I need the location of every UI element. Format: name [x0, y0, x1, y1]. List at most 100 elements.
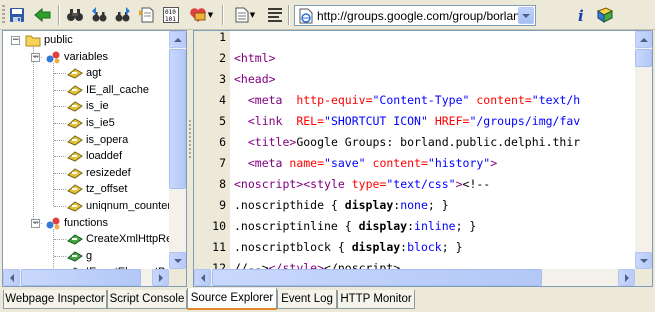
source-code-text[interactable]: .noscriptblock { display:block; } [234, 237, 463, 258]
scroll-down-button[interactable] [635, 252, 652, 269]
source-line: 4 <meta http-equiv="Content-Type" conten… [194, 90, 634, 111]
collapse-toggle-icon[interactable]: − [11, 36, 20, 45]
url-combobox[interactable]: http://groups.google.com/group/borland [294, 5, 536, 26]
help-book-icon[interactable] [594, 4, 616, 26]
back-icon[interactable] [32, 4, 54, 26]
code-token: display [344, 198, 394, 212]
tree-node-label: is_ie [86, 100, 109, 113]
splitter-grip [189, 120, 191, 160]
tree-node-variable[interactable]: loaddef [67, 148, 122, 164]
tab-source-explorer[interactable]: Source Explorer [187, 288, 277, 310]
find-icon[interactable] [64, 4, 86, 26]
scroll-right-button[interactable] [618, 269, 635, 286]
info-icon[interactable]: i [570, 4, 592, 26]
url-dropdown-button[interactable] [518, 7, 534, 24]
tree-node-variable[interactable]: agt [67, 65, 101, 81]
source-code-text[interactable]: .noscriptinline { display:inline; } [234, 216, 476, 237]
scrollbar-thumb[interactable] [635, 49, 652, 67]
code-token: > [490, 156, 498, 170]
tree-node-label: is_ie5 [86, 117, 115, 129]
svg-text:010: 010 [165, 9, 176, 16]
url-text[interactable]: http://groups.google.com/group/borland [317, 9, 518, 23]
tree-vertical-scrollbar[interactable] [169, 31, 186, 269]
tree-node-variable[interactable]: resizedef [67, 165, 131, 181]
source-code-text[interactable]: <link REL="SHORTCUT ICON" HREF="/groups/… [234, 111, 580, 132]
code-token: display [351, 240, 401, 254]
tab-event-log[interactable]: Event Log [277, 290, 337, 309]
find-previous-icon[interactable] [88, 4, 110, 26]
code-token: : [407, 219, 415, 233]
chevron-up-icon [173, 37, 182, 42]
tab-http-monitor[interactable]: HTTP Monitor [337, 290, 415, 309]
tree-node-label: IE_all_cache [86, 83, 149, 96]
tree-node-group-1[interactable]: functions [45, 215, 108, 231]
code-token: <!-- [462, 177, 491, 191]
line-number: 1 [219, 30, 226, 44]
source-code-text[interactable]: <meta http-equiv="Content-Type" content=… [234, 90, 580, 111]
scroll-left-button[interactable] [3, 269, 20, 286]
tree-node-variable[interactable]: is_ie [67, 98, 109, 114]
code-token: <meta [247, 93, 297, 107]
tree-node-root[interactable]: public [25, 32, 73, 48]
function-icon [67, 233, 83, 245]
ie-page-icon [299, 8, 313, 23]
code-token: "SHORTCUT ICON" [324, 114, 428, 128]
source-code-text[interactable]: <title>Google Groups: borland.public.del… [234, 132, 580, 153]
panel-splitter[interactable] [188, 30, 192, 287]
find-next-icon[interactable] [112, 4, 134, 26]
tree-node-label: agt [86, 67, 102, 80]
code-token: <meta [247, 156, 290, 170]
source-code-text[interactable]: <head> [234, 69, 276, 90]
favorites-icon[interactable]: ▼ [186, 4, 216, 26]
tab-webpage-inspector[interactable]: Webpage Inspector [3, 290, 107, 309]
line-number: 6 [219, 135, 226, 149]
tree-node-function[interactable]: CreateXmlHttpReq [67, 231, 178, 247]
scroll-left-button[interactable] [194, 269, 211, 286]
tree-horizontal-scrollbar[interactable] [3, 269, 169, 286]
tab-script-console[interactable]: Script Console [107, 290, 187, 309]
source-horizontal-scrollbar[interactable] [194, 269, 635, 286]
document-icon[interactable]: ▼ [230, 4, 260, 26]
scroll-right-button[interactable] [152, 269, 169, 286]
tree-node-variable[interactable]: is_opera [67, 132, 128, 148]
tree-node-label: resizedef [86, 166, 131, 179]
code-token: <noscript> [234, 177, 304, 191]
scrollbar-thumb[interactable] [212, 269, 542, 286]
scroll-up-button[interactable] [169, 31, 186, 48]
new-page-icon[interactable] [136, 4, 158, 26]
scroll-up-button[interactable] [635, 31, 652, 48]
tree-node-variable[interactable]: uniqnum_counter [67, 198, 171, 214]
toolbar-grip[interactable] [2, 5, 5, 25]
source-code-text[interactable]: <noscript><style type="text/css"><!-- [234, 174, 490, 195]
source-code-text[interactable]: <html> [234, 48, 276, 69]
code-token: "/groups/img/fav [469, 114, 581, 128]
save-icon[interactable] [6, 4, 28, 26]
code-token: .noscriptinline { [234, 219, 359, 233]
scroll-down-button[interactable] [169, 252, 186, 269]
code-token: "history" [427, 156, 491, 170]
tree-node-variable[interactable]: tz_offset [67, 181, 127, 197]
scrollbar-thumb[interactable] [169, 49, 186, 189]
code-token: block [407, 240, 442, 254]
scrollbar-thumb[interactable] [21, 269, 141, 286]
binary-view-icon[interactable]: 010 101 [160, 4, 182, 26]
object-group-icon [45, 50, 61, 64]
variable-icon [67, 84, 83, 96]
word-wrap-icon[interactable] [264, 4, 286, 26]
source-view-panel[interactable]: 1 2 <html> 3 <head> 4 <meta http-equiv="Conte… [193, 30, 653, 287]
source-vertical-scrollbar[interactable] [635, 31, 652, 269]
tree-node-group-0[interactable]: variables [45, 49, 108, 65]
source-code-text[interactable]: .noscripthide { display:none; } [234, 195, 449, 216]
source-code-text[interactable]: <meta name="save" content="history"> [234, 153, 497, 174]
tree-node-variable[interactable]: IE_all_cache [67, 82, 149, 98]
tree-node-variable[interactable]: is_ie5 [67, 115, 115, 131]
toolbar-separator [58, 5, 60, 25]
code-token: type= [351, 177, 387, 191]
tree-node-label: tz_offset [86, 183, 128, 196]
code-token: ; } [441, 240, 463, 254]
dom-tree-panel[interactable]: public − variables − agt IE_all_cache is_ie is_… [2, 30, 187, 287]
tree-node-function[interactable]: g [67, 248, 92, 264]
